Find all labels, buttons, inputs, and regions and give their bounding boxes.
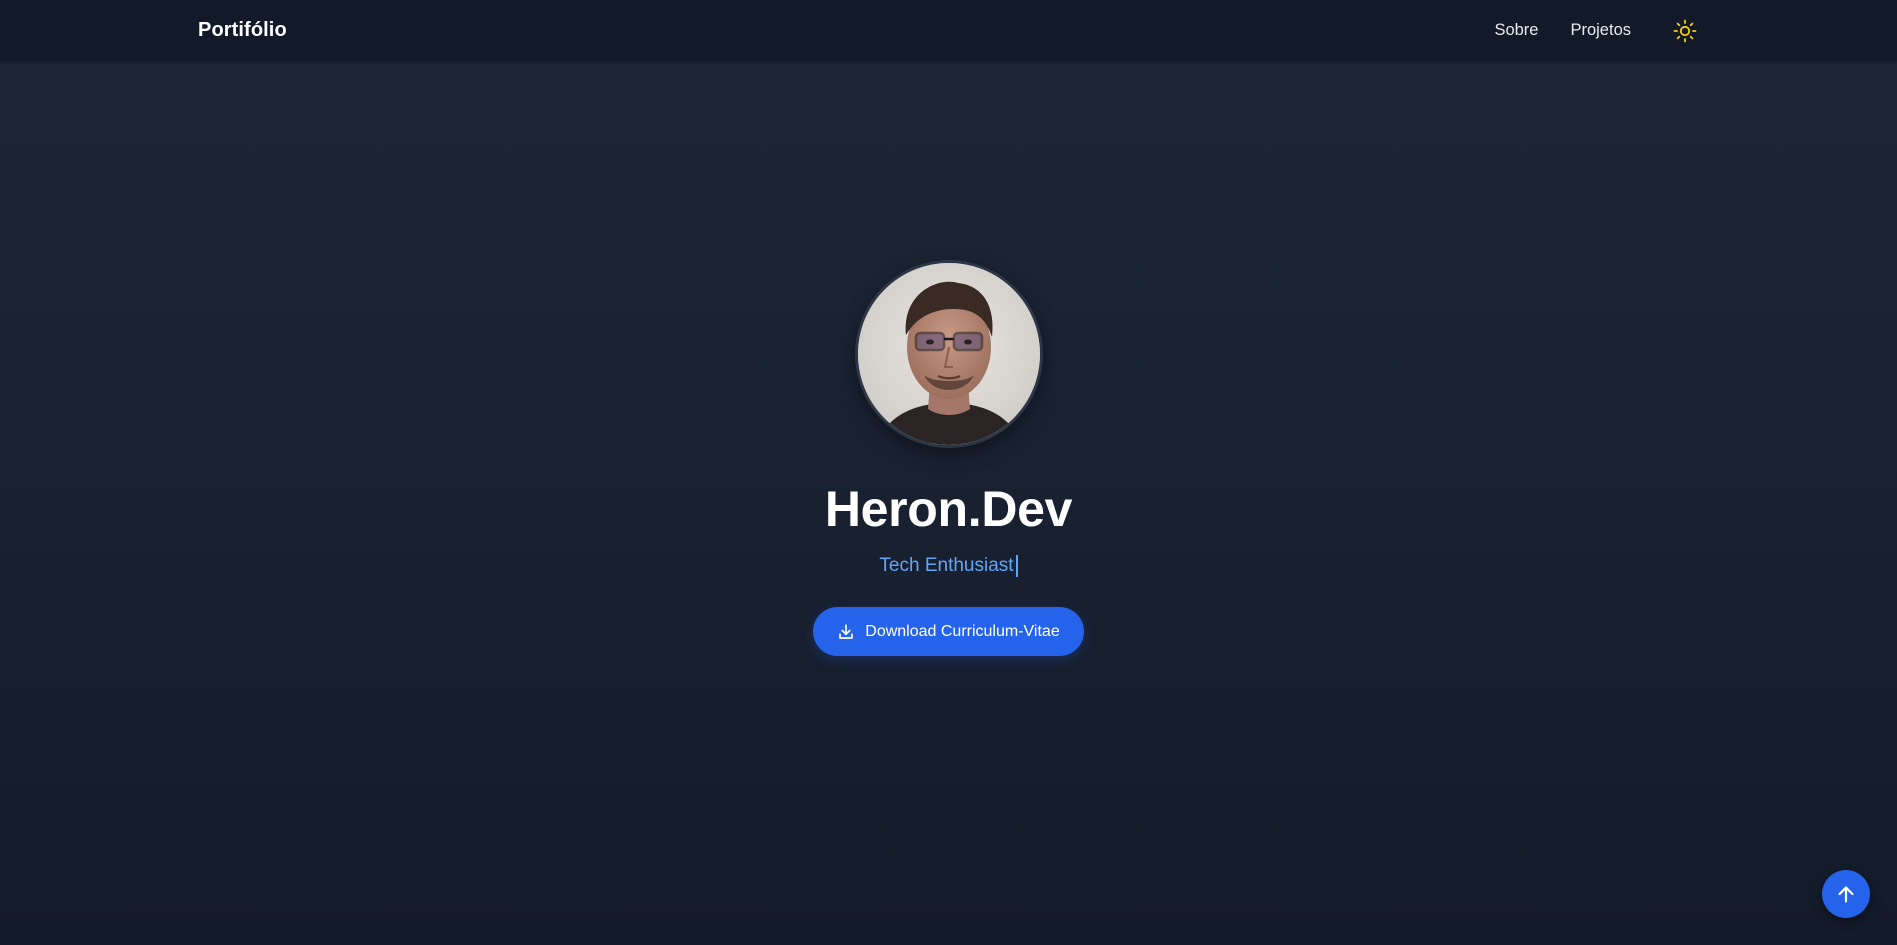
download-icon [839, 623, 854, 639]
avatar [854, 260, 1043, 448]
profile-photo [857, 263, 1040, 445]
brand-logo[interactable]: Portifólio [198, 19, 287, 42]
navbar: Portifólio Sobre Projetos [0, 0, 1897, 61]
back-to-top-button[interactable] [1822, 870, 1870, 918]
typing-caret [1015, 555, 1018, 577]
hero-tagline: Tech Enthusiast [879, 555, 1018, 577]
tagline-text: Tech Enthusiast [879, 555, 1014, 576]
nav-links: Sobre Projetos [1494, 17, 1699, 45]
hero-name: Heron.Dev [824, 481, 1073, 537]
arrow-up-icon [1838, 886, 1854, 903]
hero-section: Heron.Dev Tech Enthusiast Download Curri… [0, 260, 1897, 656]
sun-icon [1673, 19, 1697, 42]
download-cv-label: Download Curriculum-Vitae [865, 622, 1060, 640]
nav-link-sobre[interactable]: Sobre [1494, 21, 1538, 40]
theme-toggle-button[interactable] [1671, 17, 1699, 45]
download-cv-button[interactable]: Download Curriculum-Vitae [813, 607, 1084, 656]
nav-link-projetos[interactable]: Projetos [1570, 21, 1631, 40]
